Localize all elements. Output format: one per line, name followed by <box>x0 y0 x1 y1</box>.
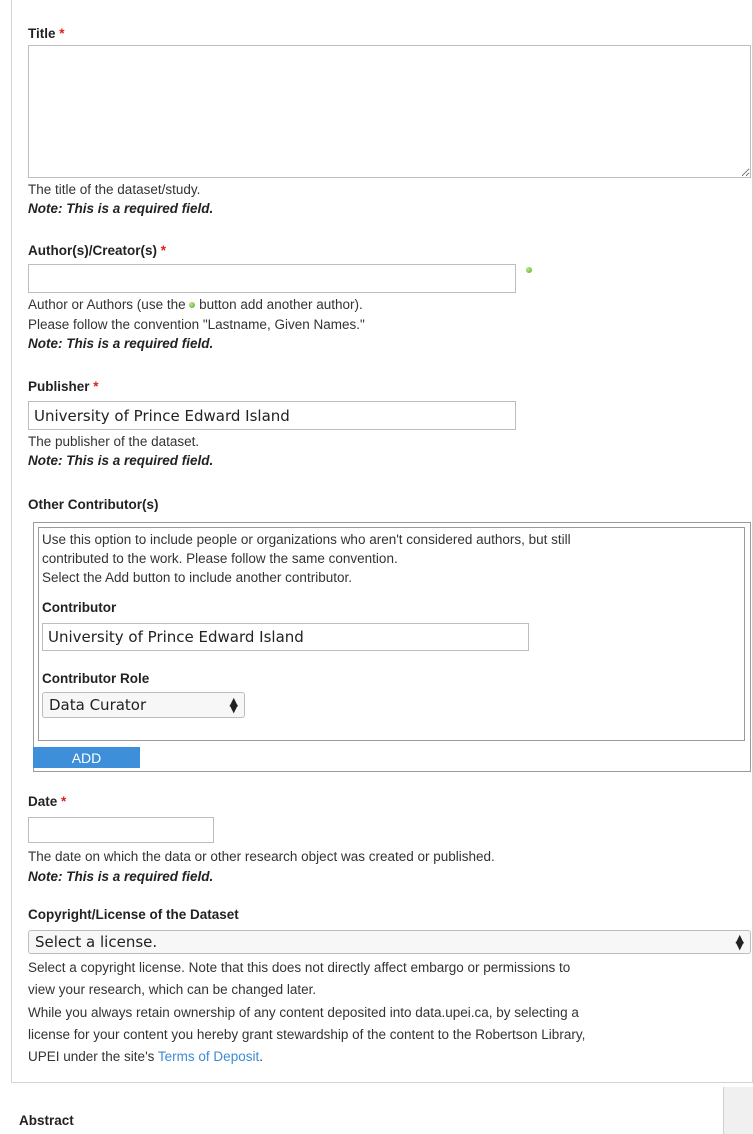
required-mark: * <box>59 26 65 41</box>
license-value: Select a license. <box>35 933 158 951</box>
abstract-label: Abstract <box>19 1113 74 1128</box>
license-label: Copyright/License of the Dataset <box>28 907 239 922</box>
required-mark: * <box>61 794 67 809</box>
contributor-role-value: Data Curator <box>49 696 147 714</box>
contributors-help-2: contributed to the work. Please follow t… <box>42 551 398 566</box>
required-mark: * <box>93 379 99 394</box>
title-textarea[interactable] <box>28 45 751 178</box>
up-down-arrows-icon: ▲ ▼ <box>735 932 744 952</box>
contributor-label: Contributor <box>42 600 117 615</box>
required-mark: * <box>160 243 167 258</box>
author-input[interactable] <box>28 264 516 293</box>
publisher-note: Note: This is a required field. <box>28 453 214 468</box>
date-input[interactable] <box>28 817 214 843</box>
license-desc-3: While you always retain ownership of any… <box>28 1005 579 1020</box>
title-note: Note: This is a required field. <box>28 201 214 216</box>
add-contributor-button[interactable]: ADD <box>33 747 140 768</box>
publisher-input[interactable] <box>28 401 516 430</box>
add-author-icon[interactable] <box>526 267 532 273</box>
license-desc-5: UPEI under the site's Terms of Deposit. <box>28 1049 263 1064</box>
contributors-help-1: Use this option to include people or org… <box>42 532 571 547</box>
contributor-role-label: Contributor Role <box>42 671 150 686</box>
terms-of-deposit-link[interactable]: Terms of Deposit <box>158 1049 259 1064</box>
side-panel-edge <box>723 1087 753 1134</box>
title-description: The title of the dataset/study. <box>28 182 201 197</box>
license-desc-2: view your research, which can be changed… <box>28 982 317 997</box>
license-select[interactable]: Select a license. ▲ ▼ <box>28 930 751 954</box>
license-desc-1: Select a copyright license. Note that th… <box>28 960 571 975</box>
contributor-role-select[interactable]: Data Curator ▲ ▼ <box>42 692 245 718</box>
license-desc-4: license for your content you hereby gran… <box>28 1027 586 1042</box>
publisher-label: Publisher * <box>28 379 99 394</box>
date-label: Date * <box>28 794 67 809</box>
date-note: Note: This is a required field. <box>28 869 214 884</box>
author-label: Author(s)/Creator(s) * <box>28 243 167 258</box>
contributors-legend: Other Contributor(s) <box>28 497 159 512</box>
green-plus-icon <box>189 302 196 308</box>
title-label: Title * <box>28 26 65 41</box>
up-down-arrows-icon: ▲ ▼ <box>229 695 238 715</box>
author-description: Author or Authors (use the button add an… <box>28 297 363 312</box>
contributors-help-3: Select the Add button to include another… <box>42 570 352 585</box>
author-convention: Please follow the convention "Lastname, … <box>28 317 365 332</box>
date-description: The date on which the data or other rese… <box>28 849 495 864</box>
publisher-description: The publisher of the dataset. <box>28 434 200 449</box>
author-note: Note: This is a required field. <box>28 336 214 351</box>
contributor-input[interactable] <box>42 623 529 651</box>
